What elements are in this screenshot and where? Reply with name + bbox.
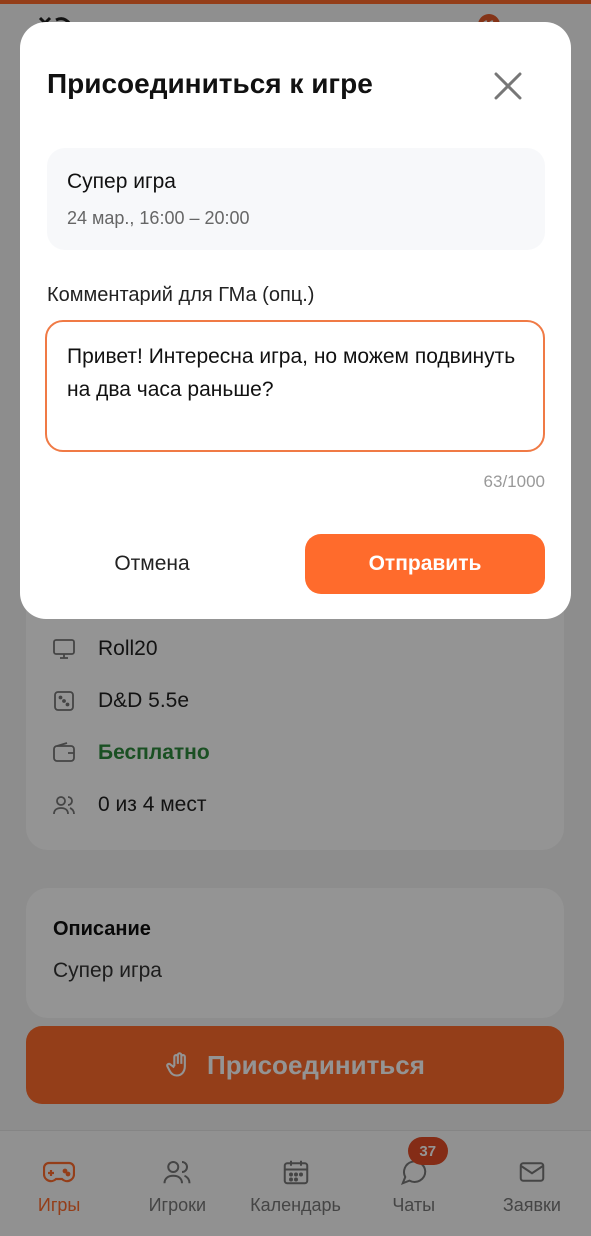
- game-name: Супер игра: [67, 170, 176, 193]
- join-game-dialog: Присоединиться к игре Супер игра 24 мар.…: [20, 22, 571, 619]
- comment-label: Комментарий для ГМа (опц.): [47, 284, 315, 306]
- game-summary: Супер игра 24 мар., 16:00 – 20:00: [47, 148, 545, 250]
- comment-input[interactable]: Привет! Интересна игра, но можем подвину…: [45, 320, 545, 452]
- submit-button[interactable]: Отправить: [305, 534, 545, 594]
- close-button[interactable]: [488, 66, 528, 106]
- game-date: 24 мар., 16:00 – 20:00: [67, 208, 250, 228]
- dialog-title: Присоединиться к игре: [47, 68, 373, 99]
- char-counter: 63/1000: [483, 472, 545, 491]
- cancel-button[interactable]: Отмена: [47, 534, 257, 594]
- close-icon: [494, 72, 522, 100]
